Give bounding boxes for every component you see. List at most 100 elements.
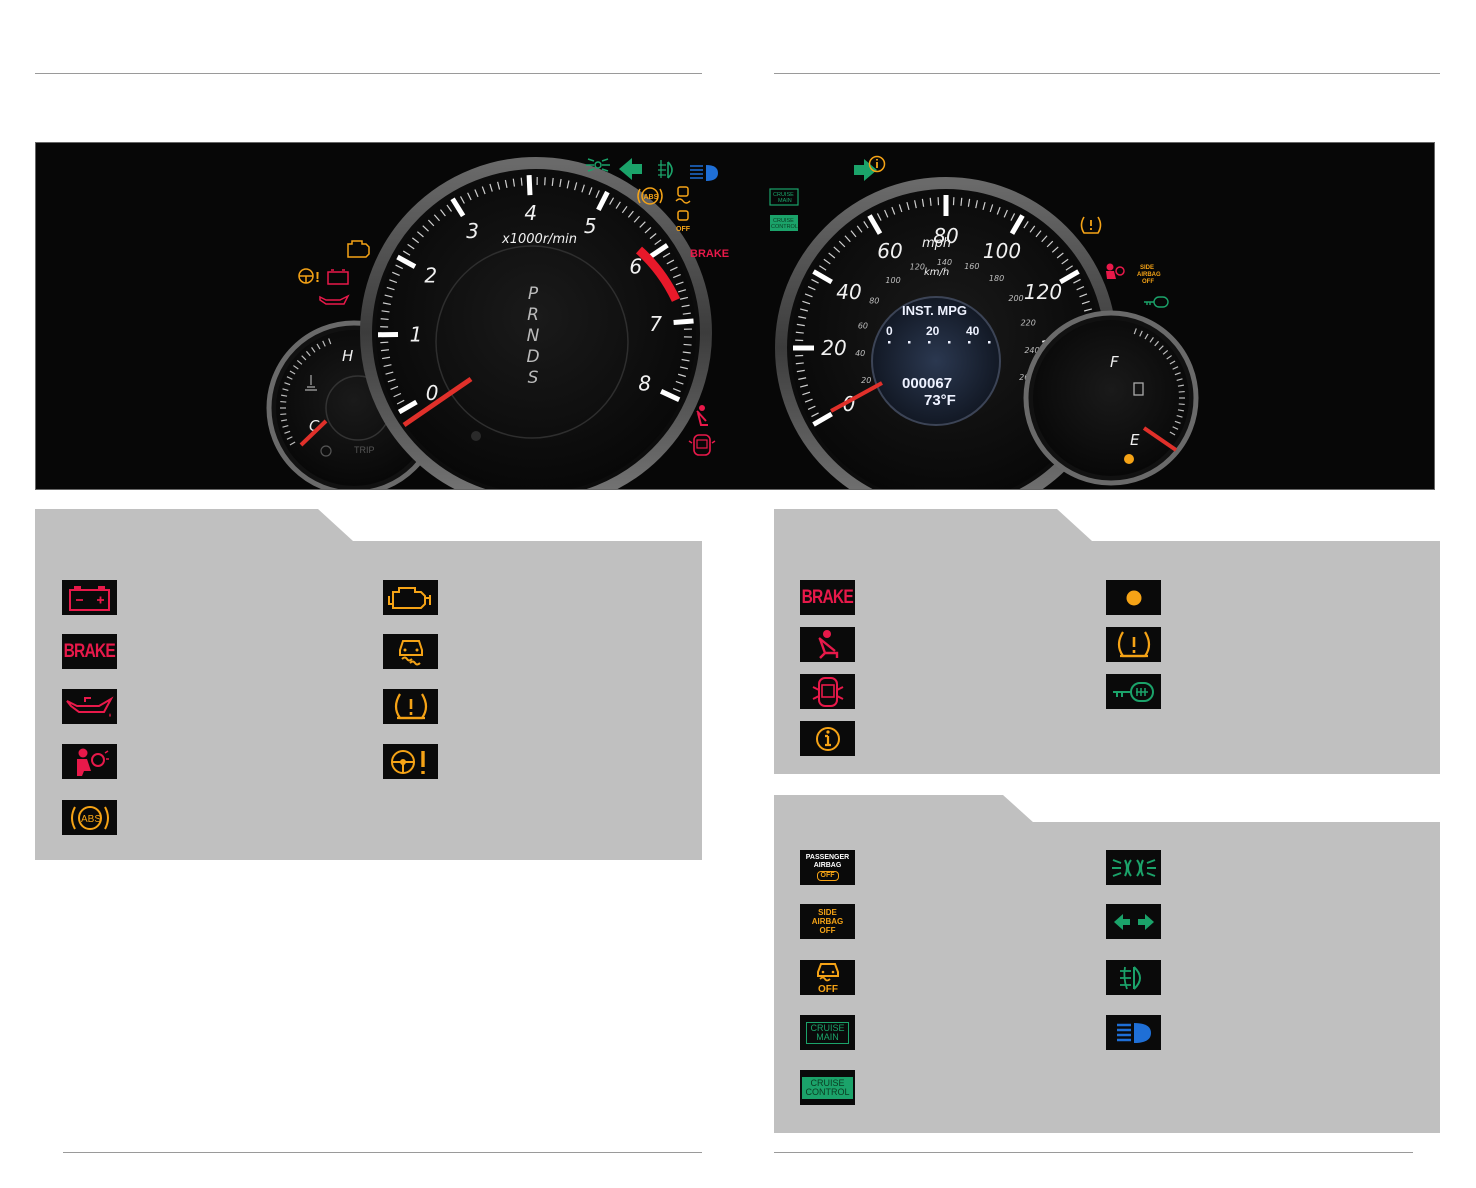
- side-airbag-line3: OFF: [819, 926, 836, 935]
- door-open-icon: [800, 674, 855, 709]
- kmh-number: 180: [989, 274, 1004, 283]
- kmh-unit-label: km/h: [924, 267, 949, 278]
- mpg-scale-dot: [948, 341, 951, 344]
- kmh-number: 60: [858, 322, 868, 331]
- tach-number: 4: [524, 201, 537, 225]
- temp-tick: [280, 413, 287, 416]
- high-beam-icon: [1106, 1015, 1161, 1050]
- bottom-rule-left: [63, 1152, 702, 1153]
- right-bottom-panel-tab: [774, 795, 1034, 823]
- kmh-number: 120: [910, 263, 925, 272]
- odometer: 000067: [902, 375, 952, 392]
- lights-on-icon: [1106, 850, 1161, 885]
- speed-minor-tick: [960, 197, 963, 206]
- gear-letter: R: [527, 305, 539, 325]
- instrument-cluster-photo: H C TRIP 012345678 x1000r/min PRNDS ! AB…: [35, 142, 1435, 490]
- door-open-indicator: [688, 434, 716, 456]
- speed-number: 40: [836, 280, 861, 304]
- check-engine-indicator: [347, 240, 370, 258]
- vsa-off-text: OFF: [676, 226, 691, 233]
- vsa-off-icon: OFF: [800, 960, 855, 995]
- tach-number: 1: [410, 322, 423, 346]
- left-turn-indicator: [619, 158, 642, 180]
- high-beam-indicator: [690, 165, 718, 181]
- fuel-tick: [1178, 403, 1185, 406]
- brake-text-icon: BRAKE: [800, 580, 855, 615]
- srs-indicator: [1106, 263, 1125, 279]
- tpms-icon: [383, 689, 438, 724]
- brake-text-icon: BRAKE: [62, 634, 117, 669]
- speed-number: 100: [983, 239, 1021, 263]
- vsa-icon: [383, 634, 438, 669]
- tach-number: 2: [424, 263, 437, 287]
- vsa-off-indicator: OFF: [676, 210, 691, 233]
- oil-pressure-icon: [62, 689, 117, 724]
- tach-number: 7: [649, 312, 662, 336]
- speed-minor-tick: [929, 197, 932, 206]
- speed-number: 20: [821, 336, 846, 360]
- mpg-scale-dot: [928, 341, 931, 344]
- tach-unit-label: x1000r/min: [501, 232, 577, 247]
- cruise-control-line2: CONTROL: [805, 1086, 850, 1097]
- svg-text:!: !: [315, 269, 320, 286]
- abs-text: ABS: [81, 814, 101, 825]
- speed-minor-tick: [795, 331, 804, 334]
- side-airbag-off-icon: SIDE AIRBAG OFF: [800, 904, 855, 939]
- mpg-scale-dot: [908, 341, 911, 344]
- tachometer: 012345678 x1000r/min PRNDS: [360, 157, 712, 489]
- check-engine-icon: [383, 580, 438, 615]
- oil-indicator: [319, 294, 350, 305]
- kmh-number: 220: [1021, 319, 1036, 328]
- eps-indicator: !: [298, 268, 320, 286]
- tach-minor-tick: [683, 343, 692, 346]
- tach-number: 5: [584, 214, 597, 238]
- srs-airbag-icon: [62, 744, 117, 779]
- cruise-main-indicator: CRUISE MAIN: [769, 188, 799, 206]
- low-fuel-icon: [1106, 580, 1161, 615]
- cluster-graphic: H C TRIP 012345678 x1000r/min PRNDS ! AB…: [266, 155, 1199, 489]
- immobilizer-key-icon: [1106, 674, 1161, 709]
- fuel-full-label: F: [1110, 353, 1119, 371]
- mpg-scale-dot: [968, 341, 971, 344]
- gear-letter: P: [528, 284, 539, 304]
- kmh-number: 80: [869, 296, 879, 305]
- cruise-control-indicator: CRUISE CONTROL: [770, 215, 798, 231]
- top-rule-right: [774, 73, 1440, 74]
- tach-number: 3: [466, 219, 479, 243]
- tach-major-tick: [526, 175, 533, 196]
- temp-tick: [280, 400, 287, 403]
- low-fuel-indicator: [1124, 454, 1134, 464]
- info-indicator: [868, 155, 886, 173]
- fuel-gauge: F E: [1023, 310, 1199, 486]
- kmh-number: 200: [1008, 294, 1023, 303]
- tach-major-tick: [673, 318, 694, 325]
- info-icon: [800, 721, 855, 756]
- outside-temp: 73°F: [924, 392, 956, 409]
- passenger-airbag-off-badge: OFF: [816, 871, 839, 881]
- passenger-airbag-line2: AIRBAG: [813, 862, 842, 869]
- tach-minor-tick: [520, 177, 523, 186]
- kmh-number: 140: [937, 258, 952, 267]
- left-indicator-panel: [35, 541, 702, 860]
- speed-number: 60: [877, 239, 902, 263]
- battery-icon: [62, 580, 117, 615]
- tach-knob: [471, 431, 481, 441]
- trip-label: TRIP: [354, 445, 375, 455]
- svg-text:ABS: ABS: [644, 194, 659, 201]
- side-airbag-off-indicator: SIDE AIRBAG OFF: [1137, 265, 1161, 285]
- mpg-scale-label: 0: [886, 324, 893, 338]
- temp-hot-label: H: [342, 347, 353, 365]
- svg-text:AIRBAG: AIRBAG: [1137, 272, 1161, 278]
- vsa-indicator: [675, 186, 691, 204]
- svg-text:SIDE: SIDE: [1140, 265, 1154, 271]
- top-rule-left: [35, 73, 702, 74]
- speed-minor-tick: [795, 362, 804, 365]
- svg-text:CONTROL: CONTROL: [771, 224, 798, 230]
- cruise-control-icon: CRUISE CONTROL: [800, 1070, 855, 1105]
- turn-signals-icon: [1106, 904, 1161, 939]
- brake-text: BRAKE: [801, 586, 854, 608]
- kmh-number: 40: [855, 349, 865, 358]
- right-top-panel-tab: [774, 509, 1092, 541]
- seatbelt-icon: [800, 627, 855, 662]
- gear-letter: D: [526, 347, 539, 367]
